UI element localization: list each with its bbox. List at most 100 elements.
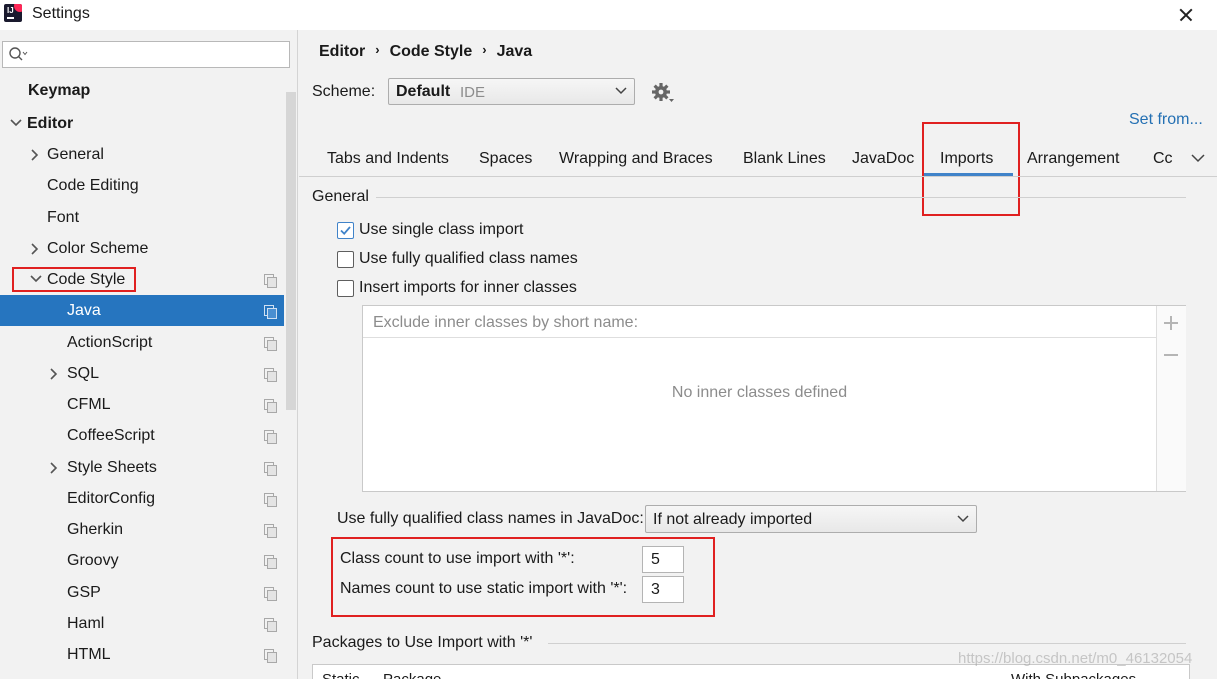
checkbox-label: Insert imports for inner classes xyxy=(359,279,577,296)
sidebar-item-html[interactable]: HTML xyxy=(0,639,284,670)
sidebar-item-label: Font xyxy=(47,209,80,226)
sidebar-item-general[interactable]: General xyxy=(0,139,284,170)
sidebar-item-label: Editor xyxy=(27,115,74,132)
sidebar-item-haml[interactable]: Haml xyxy=(0,608,284,639)
sidebar-item-gsp[interactable]: GSP xyxy=(0,577,284,608)
tab-tabs-and-indents[interactable]: Tabs and Indents xyxy=(327,150,449,168)
sidebar-item-label: Java xyxy=(67,302,101,319)
sidebar-item-font[interactable]: Font xyxy=(0,202,284,233)
tab-code-conventions[interactable]: Cc xyxy=(1153,150,1173,168)
sidebar-item-label: ActionScript xyxy=(67,334,153,351)
project-copy-icon xyxy=(264,368,277,382)
chevron-down-icon[interactable] xyxy=(8,108,22,139)
tab-blank-lines[interactable]: Blank Lines xyxy=(743,150,826,168)
title-bar: IJ Settings xyxy=(0,0,1217,30)
project-copy-icon xyxy=(264,649,277,663)
names-count-value: 3 xyxy=(651,581,660,598)
javadoc-value: If not already imported xyxy=(653,511,813,528)
sidebar-item-color-scheme[interactable]: Color Scheme xyxy=(0,233,284,264)
class-count-label: Class count to use import with '*': xyxy=(340,550,575,567)
remove-icon[interactable] xyxy=(1164,347,1180,363)
names-count-label: Names count to use static import with '*… xyxy=(340,580,628,597)
project-copy-icon xyxy=(264,493,277,507)
add-icon[interactable] xyxy=(1164,315,1180,331)
sidebar-item-style-sheets[interactable]: Style Sheets xyxy=(0,452,284,483)
sidebar-item-editorconfig[interactable]: EditorConfig xyxy=(0,483,284,514)
breadcrumb-separator-icon: › xyxy=(482,42,487,57)
scheme-dropdown[interactable]: Default IDE xyxy=(388,78,635,105)
sidebar-item-editor[interactable]: Editor xyxy=(0,108,284,139)
section-divider xyxy=(376,197,1186,198)
column-with-subpackages[interactable]: With Subpackages xyxy=(1011,671,1136,679)
breadcrumb: Editor › Code Style › Java xyxy=(319,42,533,61)
use-fully-qualified-row[interactable]: Use fully qualified class names xyxy=(337,249,597,271)
project-copy-icon xyxy=(264,305,277,319)
chevron-right-icon[interactable] xyxy=(47,452,61,483)
breadcrumb-java: Java xyxy=(496,43,533,60)
sidebar-item-code-editing[interactable]: Code Editing xyxy=(0,170,284,201)
scheme-sub: IDE xyxy=(460,84,486,101)
breadcrumb-code-style[interactable]: Code Style xyxy=(390,43,473,60)
project-copy-icon xyxy=(264,430,277,444)
settings-search-input[interactable] xyxy=(2,41,290,68)
tabs-overflow-chevron-icon[interactable] xyxy=(1191,154,1205,163)
sidebar-item-label: Style Sheets xyxy=(67,459,157,476)
sidebar-item-java[interactable]: Java xyxy=(0,295,284,326)
sidebar-scrollbar[interactable] xyxy=(286,92,296,410)
tab-arrangement[interactable]: Arrangement xyxy=(1027,150,1120,168)
section-divider xyxy=(548,643,1186,644)
chevron-right-icon[interactable] xyxy=(28,139,42,170)
tab-wrapping-and-braces[interactable]: Wrapping and Braces xyxy=(559,150,713,168)
sidebar-item-label: Color Scheme xyxy=(47,240,149,257)
column-static[interactable]: Static xyxy=(322,671,360,679)
search-icon xyxy=(9,47,28,61)
use-fully-qualified-checkbox[interactable] xyxy=(337,251,354,268)
insert-imports-inner-row[interactable]: Insert imports for inner classes xyxy=(337,278,597,300)
sidebar-item-label: Haml xyxy=(67,615,105,632)
sidebar-item-groovy[interactable]: Groovy xyxy=(0,545,284,576)
breadcrumb-separator-icon: › xyxy=(375,42,380,57)
sidebar-item-label: HTML xyxy=(67,646,111,663)
project-copy-icon xyxy=(264,555,277,569)
sidebar-item-keymap[interactable]: Keymap xyxy=(0,75,284,106)
use-single-class-import-row[interactable]: Use single class import xyxy=(337,220,557,242)
sidebar-item-label: Keymap xyxy=(28,82,91,99)
tab-javadoc[interactable]: JavaDoc xyxy=(852,150,914,168)
project-copy-icon xyxy=(264,337,277,351)
sidebar-item-gherkin[interactable]: Gherkin xyxy=(0,514,284,545)
tab-spaces[interactable]: Spaces xyxy=(479,150,532,168)
sidebar-item-label: GSP xyxy=(67,584,101,601)
project-copy-icon xyxy=(264,462,277,476)
chevron-down-icon xyxy=(957,515,969,523)
chevron-right-icon[interactable] xyxy=(47,358,61,389)
column-package[interactable]: Package xyxy=(383,671,441,679)
project-copy-icon xyxy=(264,587,277,601)
close-button[interactable] xyxy=(1172,2,1200,28)
insert-imports-inner-checkbox[interactable] xyxy=(337,280,354,297)
javadoc-dropdown[interactable]: If not already imported xyxy=(645,505,977,533)
class-count-input[interactable]: 5 xyxy=(642,546,684,573)
gear-icon[interactable] xyxy=(651,82,675,104)
names-count-input[interactable]: 3 xyxy=(642,576,684,603)
checkbox-label: Use single class import xyxy=(359,221,524,238)
checkbox-label: Use fully qualified class names xyxy=(359,250,578,267)
project-copy-icon xyxy=(264,274,277,288)
use-single-class-import-checkbox[interactable] xyxy=(337,222,354,239)
class-count-value: 5 xyxy=(651,551,660,568)
project-copy-icon xyxy=(264,618,277,632)
sidebar-item-coffeescript[interactable]: CoffeeScript xyxy=(0,420,284,451)
window-title: Settings xyxy=(32,5,90,22)
sidebar-item-actionscript[interactable]: ActionScript xyxy=(0,327,284,358)
checkmark-icon xyxy=(340,226,351,236)
breadcrumb-editor[interactable]: Editor xyxy=(319,43,365,60)
sidebar-item-label: Code Editing xyxy=(47,177,139,194)
exclude-header-text: Exclude inner classes by short name: xyxy=(373,314,639,331)
sidebar-item-cfml[interactable]: CFML xyxy=(0,389,284,420)
tab-imports[interactable]: Imports xyxy=(940,150,993,168)
sidebar-item-code-style[interactable]: Code Style xyxy=(0,264,284,295)
sidebar-item-sql[interactable]: SQL xyxy=(0,358,284,389)
exclude-header: Exclude inner classes by short name: xyxy=(363,306,1156,338)
set-from-link[interactable]: Set from... xyxy=(1129,111,1203,129)
chevron-down-icon[interactable] xyxy=(28,264,42,295)
chevron-right-icon[interactable] xyxy=(28,233,42,264)
